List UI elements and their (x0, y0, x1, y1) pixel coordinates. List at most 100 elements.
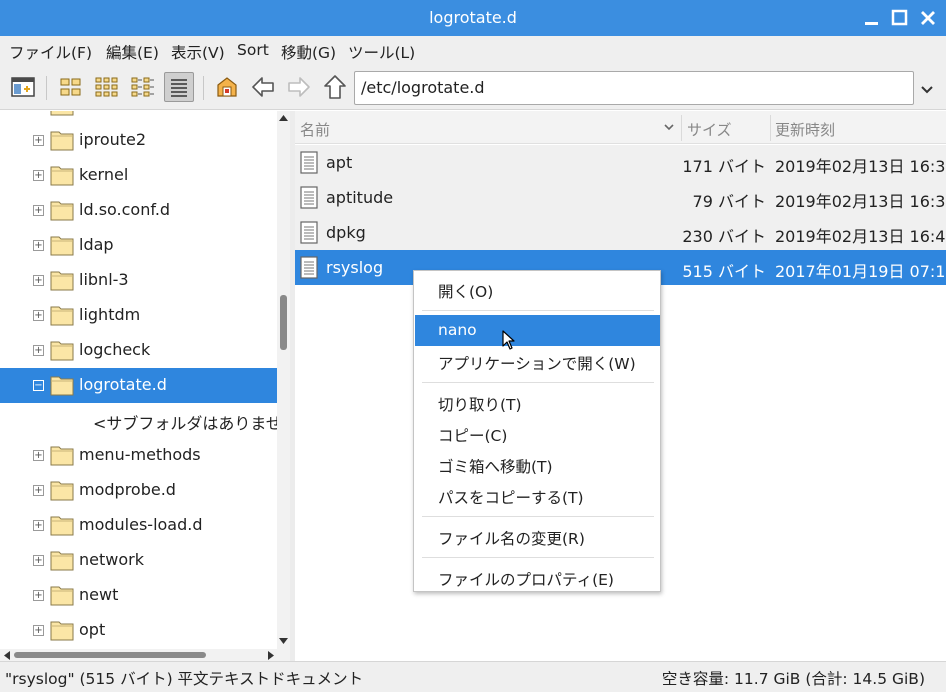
column-header-name[interactable]: 名前 (300, 119, 330, 140)
file-row[interactable]: aptitude 79 バイト 2019年02月13日 16:39 (295, 180, 946, 215)
tree-item[interactable]: + (0, 111, 277, 123)
expander-plus-icon[interactable]: + (33, 170, 44, 181)
tree-item-label: libnl-3 (79, 270, 129, 289)
expander-plus-icon[interactable]: + (33, 520, 44, 531)
forward-icon[interactable] (284, 72, 314, 102)
expander-plus-icon[interactable]: + (33, 275, 44, 286)
file-size: 79 バイト (692, 192, 766, 211)
tree-horizontal-scroll-thumb[interactable] (14, 652, 206, 658)
tree-item[interactable]: + libnl-3 (0, 263, 277, 298)
icon-view-icon[interactable] (56, 72, 86, 102)
status-selection-info: "rsyslog" (515 バイト) 平文テキストドキュメント (5, 670, 364, 688)
folder-icon (50, 234, 74, 256)
scroll-left-icon[interactable] (2, 650, 12, 661)
file-list-header: 名前 サイズ 更新時刻 (295, 111, 946, 144)
up-icon[interactable] (320, 72, 350, 102)
tree-item-label: logrotate.d (79, 375, 167, 394)
thumbnail-view-icon[interactable] (92, 72, 122, 102)
tree-item[interactable]: − logrotate.d (0, 368, 277, 403)
folder-icon (50, 479, 74, 501)
file-name: rsyslog (326, 258, 384, 277)
tree-item[interactable]: + modprobe.d (0, 473, 277, 508)
expander-minus-icon[interactable]: − (33, 380, 44, 391)
file-row[interactable]: dpkg 230 バイト 2019年02月13日 16:40 (295, 215, 946, 250)
context-menu-item[interactable]: ゴミ箱へ移動(T) (415, 449, 660, 480)
tree-item-label: menu-methods (79, 445, 201, 464)
context-menu-item-label: nano (438, 321, 477, 339)
chevron-down-icon[interactable] (916, 78, 938, 100)
expander-plus-icon[interactable]: + (33, 450, 44, 461)
expander-plus-icon[interactable]: + (33, 625, 44, 636)
tree-item-label: <サブフォルダはありませ (93, 414, 282, 433)
compact-view-icon[interactable] (128, 72, 158, 102)
menu-separator (422, 516, 654, 517)
folder-icon (50, 304, 74, 326)
expander-plus-icon[interactable]: + (33, 345, 44, 356)
tree-item-label: logcheck (79, 340, 151, 359)
context-menu-item-label: ファイルのプロパティ(E) (438, 571, 614, 589)
close-icon[interactable] (919, 9, 937, 27)
folder-tree[interactable]: + + iproute2 + kernel + ld.so.conf.d + ldap + libn… (0, 111, 290, 661)
expander-plus-icon[interactable]: + (33, 485, 44, 496)
expander-plus-icon[interactable]: + (33, 205, 44, 216)
tree-item[interactable]: + newt (0, 578, 277, 613)
file-size: 171 バイト (682, 157, 766, 176)
menu-view[interactable]: 表示(V) (171, 41, 225, 63)
tree-vertical-scroll-thumb[interactable] (280, 295, 287, 350)
expander-plus-icon[interactable]: + (33, 555, 44, 566)
tree-item[interactable]: + iproute2 (0, 123, 277, 158)
minimize-icon[interactable] (863, 9, 881, 27)
tree-item[interactable]: + menu-methods (0, 438, 277, 473)
context-menu-item[interactable]: 開く(O) (415, 274, 660, 305)
tree-item[interactable]: + lightdm (0, 298, 277, 333)
menu-tools[interactable]: ツール(L) (348, 41, 415, 63)
context-menu-item[interactable]: nano (415, 315, 660, 346)
status-bar: "rsyslog" (515 バイト) 平文テキストドキュメント 空き容量: 1… (0, 661, 946, 692)
menu-go[interactable]: 移動(G) (281, 41, 336, 63)
expander-plus-icon[interactable]: + (33, 310, 44, 321)
scroll-right-icon[interactable] (266, 650, 276, 661)
mouse-pointer-icon (502, 330, 515, 350)
text-file-icon (300, 151, 318, 174)
context-menu-item[interactable]: パスをコピーする(T) (415, 480, 660, 511)
menu-bar: ファイル(F) 編集(E) 表示(V) Sort 移動(G) ツール(L) (0, 36, 946, 66)
title-bar[interactable]: logrotate.d (0, 0, 946, 36)
file-row[interactable]: apt 171 バイト 2019年02月13日 16:38 (295, 145, 946, 180)
menu-file[interactable]: ファイル(F) (9, 41, 92, 63)
scroll-down-icon[interactable] (278, 636, 289, 646)
maximize-icon[interactable] (891, 9, 909, 27)
menu-edit[interactable]: 編集(E) (106, 41, 159, 63)
expander-plus-icon[interactable]: + (33, 590, 44, 601)
tree-vertical-scrollbar[interactable] (277, 111, 290, 649)
column-separator[interactable] (681, 115, 682, 141)
scroll-up-icon[interactable] (278, 113, 289, 123)
home-icon[interactable] (212, 72, 242, 102)
tree-item[interactable]: + modules-load.d (0, 508, 277, 543)
column-header-size[interactable]: サイズ (687, 119, 732, 140)
column-separator[interactable] (770, 115, 771, 141)
column-header-modified[interactable]: 更新時刻 (775, 119, 835, 140)
context-menu-item[interactable]: ファイル名の変更(R) (415, 521, 660, 552)
address-input[interactable] (361, 78, 901, 97)
tree-item[interactable]: + network (0, 543, 277, 578)
context-menu-item[interactable]: 切り取り(T) (415, 387, 660, 418)
expander-plus-icon[interactable]: + (33, 240, 44, 251)
detail-list-view-icon[interactable] (164, 72, 194, 102)
file-modified: 2019年02月13日 16:40 (775, 227, 946, 246)
context-menu-item[interactable]: アプリケーションで開く(W) (415, 346, 660, 377)
tree-item[interactable]: + logcheck (0, 333, 277, 368)
tree-item[interactable]: + kernel (0, 158, 277, 193)
new-window-icon[interactable] (8, 72, 38, 102)
address-bar[interactable] (354, 71, 914, 105)
context-menu-item[interactable]: ファイルのプロパティ(E) (415, 562, 660, 593)
tree-item-label: opt (79, 620, 106, 639)
tree-item[interactable]: + ldap (0, 228, 277, 263)
tree-item[interactable]: + opt (0, 613, 277, 648)
context-menu-item-label: コピー(C) (438, 427, 508, 445)
expander-plus-icon[interactable]: + (33, 135, 44, 146)
tree-item[interactable]: + ld.so.conf.d (0, 193, 277, 228)
context-menu-item-label: 開く(O) (438, 283, 494, 301)
back-icon[interactable] (248, 72, 278, 102)
context-menu-item[interactable]: コピー(C) (415, 418, 660, 449)
menu-sort[interactable]: Sort (237, 41, 269, 59)
